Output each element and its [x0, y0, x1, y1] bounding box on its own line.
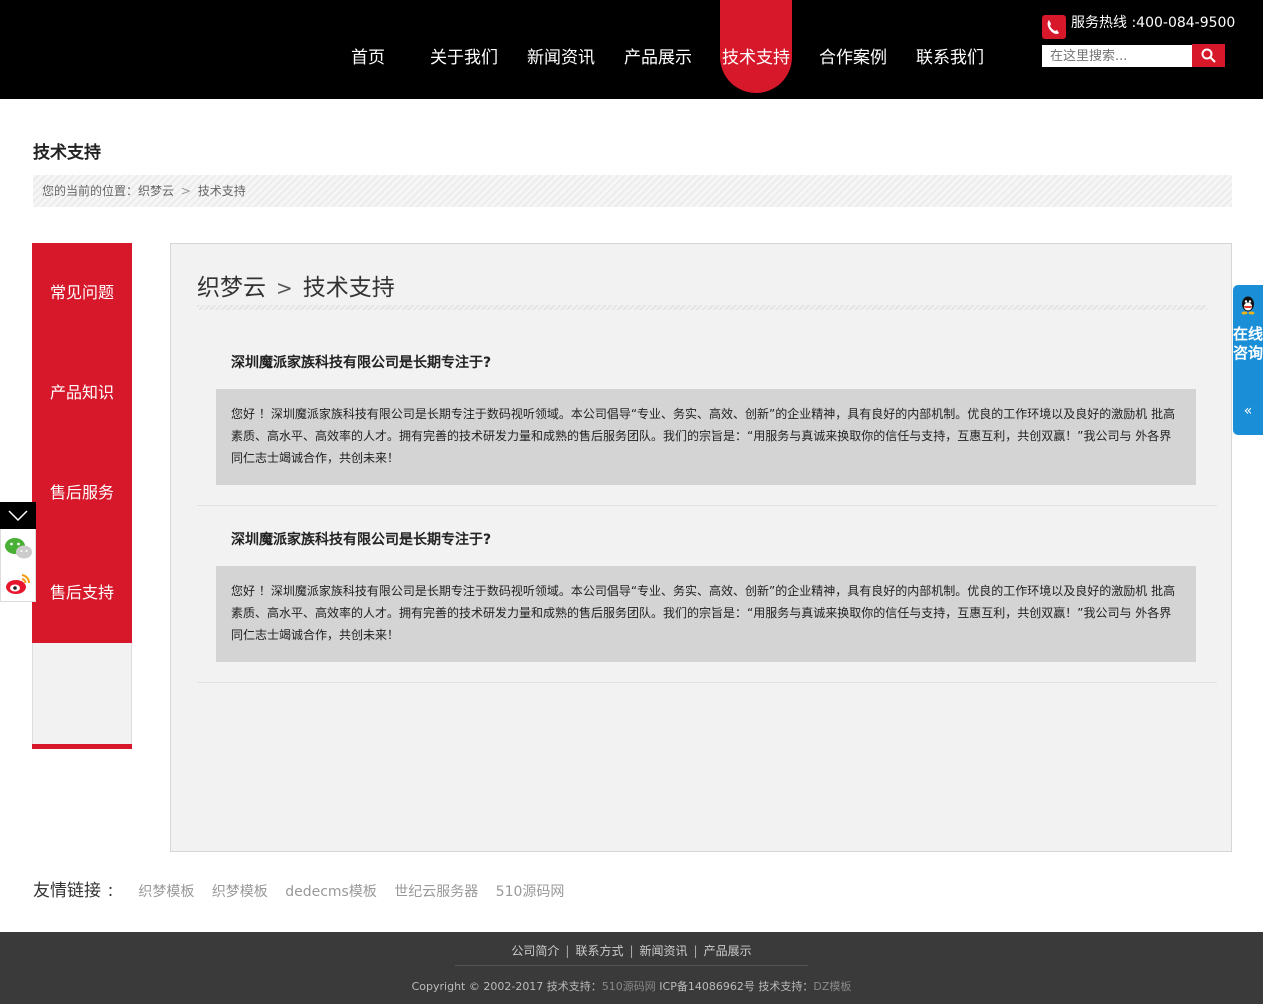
nav-item-home[interactable]: 首页: [336, 0, 400, 99]
search-input[interactable]: [1042, 45, 1192, 67]
nav-item-support[interactable]: 技术支持: [720, 0, 792, 93]
footer-link-contact[interactable]: 联系方式: [575, 944, 623, 958]
nav-item-label: 技术支持: [722, 48, 790, 68]
consult-label: 在线咨询: [1233, 325, 1263, 362]
friend-links: 友情链接 ： 织梦模板 织梦模板 dedecms模板 世纪云服务器 510源码网: [33, 876, 564, 901]
friend-links-title: 友情链接: [33, 881, 101, 901]
qq-icon: [1241, 296, 1255, 315]
faq-item: 深圳魔派家族科技有限公司是长期专注于? 您好 ！深圳魔派家族科技有限公司是长期专…: [197, 352, 1217, 506]
breadcrumb-prefix: 您的当前的位置：: [42, 184, 139, 198]
nav-item-label: 联系我们: [916, 48, 984, 68]
sidebar-item-after-sales-service[interactable]: 售后服务: [32, 443, 132, 543]
footer-divider: [455, 965, 808, 966]
content-heading-home[interactable]: 织梦云: [197, 275, 266, 301]
footer: 公司简介 | 联系方式 | 新闻资讯 | 产品展示 Copyright © 2002-201…: [0, 932, 1263, 1004]
sidebar-item-after-sales-support[interactable]: 售后支持: [32, 543, 132, 643]
search-icon: [1201, 48, 1216, 63]
footer-copyright: Copyright © 2002-2017 技术支持：510源码网 ICP备14…: [0, 978, 1263, 994]
footer-nav: 公司简介 | 联系方式 | 新闻资讯 | 产品展示: [0, 942, 1263, 959]
footer-link-about[interactable]: 公司简介: [511, 944, 559, 958]
share-float: [0, 502, 36, 602]
sidebar-item-knowledge[interactable]: 产品知识: [32, 343, 132, 443]
breadcrumb: 您的当前的位置：织梦云 > 技术支持: [33, 175, 1232, 207]
footer-separator: |: [565, 944, 570, 958]
footer-separator: |: [629, 944, 634, 958]
header: 首页 关于我们 新闻资讯 产品展示 技术支持 合作案例 联系我们 服务热线 :4…: [0, 0, 1263, 99]
wechat-icon[interactable]: [4, 535, 34, 565]
faq-question[interactable]: 深圳魔派家族科技有限公司是长期专注于?: [231, 529, 491, 549]
friend-link[interactable]: 织梦模板: [138, 884, 194, 900]
sidebar-bottom-bar: [32, 744, 132, 749]
share-toggle[interactable]: [0, 502, 36, 529]
nav-item-news[interactable]: 新闻资讯: [525, 0, 597, 99]
copyright-link-dz[interactable]: DZ模板: [813, 980, 851, 993]
nav-item-products[interactable]: 产品展示: [622, 0, 694, 99]
faq-item: 深圳魔派家族科技有限公司是长期专注于? 您好 ！深圳魔派家族科技有限公司是长期专…: [197, 529, 1217, 683]
hotline-text: 服务热线 :400-084-9500: [1071, 15, 1236, 31]
friend-link[interactable]: dedecms模板: [285, 884, 377, 900]
content-heading-separator: >: [276, 276, 293, 300]
weibo-icon[interactable]: [4, 571, 32, 601]
breadcrumb-current[interactable]: 技术支持: [198, 184, 246, 198]
content-divider: [197, 305, 1207, 310]
phone-icon: [1042, 15, 1066, 39]
nav-item-label: 关于我们: [430, 48, 498, 68]
friend-link[interactable]: 世纪云服务器: [394, 884, 478, 900]
footer-link-news[interactable]: 新闻资讯: [640, 944, 688, 958]
nav-item-label: 产品展示: [624, 48, 692, 68]
nav-item-about[interactable]: 关于我们: [428, 0, 500, 99]
nav-item-label: 合作案例: [819, 48, 887, 68]
copyright-prefix: Copyright © 2002-2017 技术支持：: [411, 980, 602, 993]
search-button[interactable]: [1192, 44, 1225, 67]
copyright-icp: ICP备14086962号 技术支持：: [655, 980, 814, 993]
friend-link[interactable]: 510源码网: [496, 884, 565, 900]
friend-links-colon: ：: [107, 884, 121, 900]
footer-separator: |: [693, 944, 698, 958]
breadcrumb-home[interactable]: 织梦云: [138, 184, 174, 198]
faq-answer: 您好 ！深圳魔派家族科技有限公司是长期专注于数码视听领域。本公司倡导“专业、务实…: [216, 389, 1196, 485]
content-heading-current[interactable]: 技术支持: [303, 275, 395, 301]
sidebar: 常见问题 产品知识 售后服务 售后支持: [32, 243, 132, 749]
online-consult-float[interactable]: 在线咨询 «: [1233, 285, 1263, 435]
nav-item-cases[interactable]: 合作案例: [817, 0, 889, 99]
nav-item-contact[interactable]: 联系我们: [914, 0, 986, 99]
friend-link[interactable]: 织梦模板: [212, 884, 268, 900]
breadcrumb-separator: >: [180, 184, 191, 198]
faq-answer: 您好 ！深圳魔派家族科技有限公司是长期专注于数码视听领域。本公司倡导“专业、务实…: [216, 566, 1196, 662]
copyright-link-510[interactable]: 510源码网: [602, 980, 656, 993]
faq-question[interactable]: 深圳魔派家族科技有限公司是长期专注于?: [231, 352, 491, 372]
sidebar-item-faq[interactable]: 常见问题: [32, 243, 132, 343]
nav-item-label: 新闻资讯: [527, 48, 595, 68]
double-chevron-left-icon: «: [1243, 403, 1253, 419]
content-heading: 织梦云 > 技术支持: [197, 268, 395, 302]
nav-item-label: 首页: [351, 48, 385, 68]
page-title: 技术支持: [33, 143, 101, 163]
footer-link-products[interactable]: 产品展示: [704, 944, 752, 958]
chevron-down-icon: [8, 510, 28, 521]
main-content: 织梦云 > 技术支持 深圳魔派家族科技有限公司是长期专注于? 您好 ！深圳魔派家族科…: [170, 243, 1232, 852]
